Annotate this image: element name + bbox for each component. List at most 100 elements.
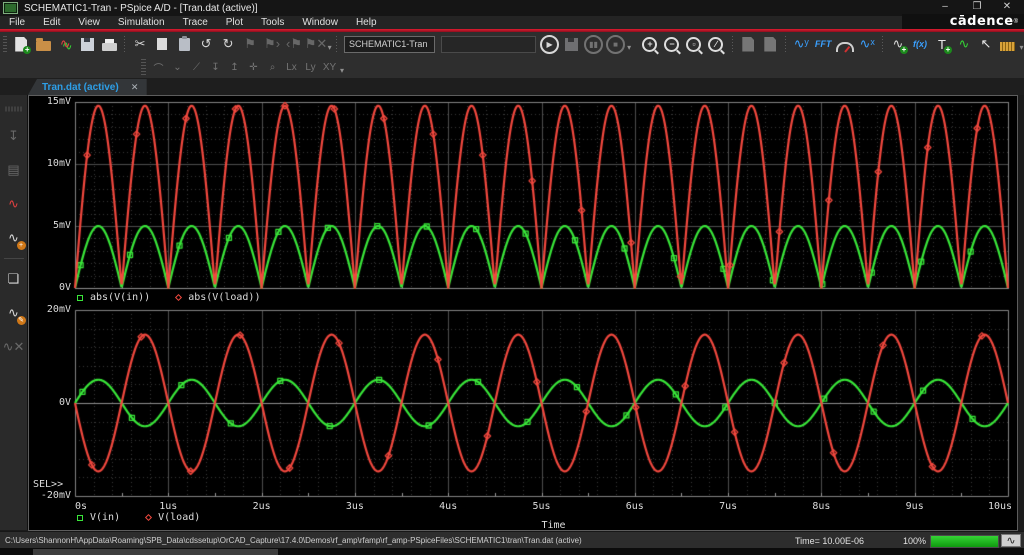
copy-icon[interactable] xyxy=(152,34,172,54)
punch-document-icon[interactable]: ▤ xyxy=(3,158,25,182)
selected-plot-indicator: SEL>> xyxy=(33,479,63,490)
zoom-out-icon[interactable]: − xyxy=(663,34,683,54)
save-simulation-icon[interactable] xyxy=(562,34,582,54)
menu-tools[interactable]: Tools xyxy=(252,16,293,29)
save-icon xyxy=(81,38,94,51)
redo-icon[interactable]: ↻ xyxy=(218,34,238,54)
taskbar-strip xyxy=(0,548,1024,555)
cut-icon: ✂ xyxy=(135,36,146,52)
evaluate-function-icon[interactable]: f(x) xyxy=(910,34,930,54)
menu-plot[interactable]: Plot xyxy=(217,16,252,29)
menu-trace[interactable]: Trace xyxy=(174,16,217,29)
x-axis-tick-label: 5us xyxy=(532,501,550,512)
minimize-button[interactable]: – xyxy=(930,0,960,15)
fft-icon[interactable]: FFT xyxy=(813,34,833,54)
legend-item-absvload[interactable]: abs(V(load)) xyxy=(176,292,260,303)
menu-simulation[interactable]: Simulation xyxy=(109,16,174,29)
new-simulation-icon[interactable]: + xyxy=(11,34,31,54)
zoom-area-icon[interactable]: ▫ xyxy=(685,34,705,54)
mark-data-points-icon: ∿ xyxy=(959,36,970,52)
cursor-slope-icon[interactable]: ⟋ xyxy=(188,58,205,76)
tab-tran-dat[interactable]: Tran.dat (active) ✕ xyxy=(28,79,147,95)
mark-data-points-icon[interactable]: ∿ xyxy=(954,34,974,54)
toolbar-overflow-icon[interactable]: ▾ xyxy=(627,36,632,52)
trace-expression-combo[interactable] xyxy=(441,36,535,53)
status-progress-percent: 100% xyxy=(903,536,926,546)
plus-badge-icon: + xyxy=(23,46,31,54)
legend-item-absvin[interactable]: abs(V(in)) xyxy=(77,292,150,303)
tab-label: Tran.dat (active) xyxy=(42,82,119,93)
add-text-label-icon[interactable]: T+ xyxy=(932,34,952,54)
cursor-point-icon: ✛ xyxy=(249,62,257,73)
open-file-icon[interactable] xyxy=(33,34,53,54)
cursor-search-icon[interactable]: ⌕ xyxy=(264,58,281,76)
menu-edit[interactable]: Edit xyxy=(34,16,69,29)
y-axis-settings-icon[interactable]: ∿ʸ xyxy=(791,34,811,54)
close-button[interactable]: ✕ xyxy=(992,0,1022,15)
orange-badge-icon: + xyxy=(17,241,26,250)
x-axis-tick-label: 0s xyxy=(75,501,87,512)
menu-view[interactable]: View xyxy=(69,16,109,29)
menu-help[interactable]: Help xyxy=(347,16,386,29)
cursor-point-icon[interactable]: ✛ xyxy=(245,58,262,76)
window-title: SCHEMATIC1-Tran - PSpice A/D - [Tran.dat… xyxy=(24,3,258,14)
add-trace-icon[interactable]: ∿+ xyxy=(888,34,908,54)
pin-toolbar-icon[interactable]: ↧ xyxy=(3,124,25,148)
x-axis-log-icon[interactable]: Lx xyxy=(283,58,300,76)
legend-item-vin[interactable]: V(in) xyxy=(77,512,120,523)
toolbar-overflow-icon[interactable]: ▾ xyxy=(1019,36,1024,52)
examine-waveform-icon[interactable]: ∿+ xyxy=(3,226,25,250)
y-axis-log-icon[interactable]: Ly xyxy=(302,58,319,76)
bookmark-icon[interactable]: ⚑ xyxy=(240,34,260,54)
cursor-max-icon[interactable]: ↥ xyxy=(226,58,243,76)
waveform-canvas[interactable] xyxy=(29,96,1017,530)
xy-plot-icon[interactable]: XY xyxy=(321,58,338,76)
toggle-cursor-icon[interactable]: ↖ xyxy=(976,34,996,54)
save-icon[interactable] xyxy=(77,34,97,54)
delete-waveform-icon[interactable]: ∿✕ xyxy=(3,335,25,359)
copy-to-clipboard-icon[interactable] xyxy=(738,34,758,54)
zoom-out-icon: − xyxy=(664,37,679,52)
bookmark-next-icon[interactable]: ⚑› xyxy=(262,34,282,54)
x-axis-settings-icon: ∿ˣ xyxy=(860,36,875,52)
open-simulation-results-icon[interactable]: ∿ xyxy=(55,34,75,54)
pause-simulation-button: ▮▮ xyxy=(584,35,603,54)
print-icon[interactable] xyxy=(99,34,119,54)
copy-window-icon[interactable] xyxy=(760,34,780,54)
cursor-slope-icon: ⟋ xyxy=(193,62,200,73)
edit-waveform-icon[interactable]: ∿✎ xyxy=(3,301,25,325)
paste-icon[interactable] xyxy=(174,34,194,54)
window-stack-icon[interactable]: ❏ xyxy=(3,267,25,291)
menu-window[interactable]: Window xyxy=(293,16,347,29)
open-simulation-results-icon: ∿ xyxy=(60,36,71,52)
cursor-trough-icon[interactable]: ⌄ xyxy=(169,58,186,76)
evaluate-measurement-icon[interactable] xyxy=(998,34,1018,54)
simulation-output-icon[interactable]: ∿ xyxy=(3,192,25,216)
menu-file[interactable]: File xyxy=(0,16,34,29)
stop-simulation-button[interactable]: ■ xyxy=(606,34,626,54)
pause-simulation-button[interactable]: ▮▮ xyxy=(584,34,604,54)
x-axis-settings-icon[interactable]: ∿ˣ xyxy=(857,34,877,54)
legend-item-vload[interactable]: V(load) xyxy=(146,512,200,523)
undo-icon[interactable]: ↺ xyxy=(196,34,216,54)
run-simulation-button[interactable]: ▶ xyxy=(540,34,560,54)
zoom-in-icon[interactable]: + xyxy=(641,34,661,54)
x-axis-tick-label: 6us xyxy=(626,501,644,512)
toggle-cursor-icon: ↖ xyxy=(981,36,992,52)
cut-icon[interactable]: ✂ xyxy=(130,34,150,54)
simulation-profile-combo[interactable]: SCHEMATIC1-Tran xyxy=(344,36,436,53)
cursor-max-icon: ↥ xyxy=(230,62,238,73)
bookmark-previous-icon[interactable]: ‹⚑ xyxy=(284,34,304,54)
cursor-min-icon[interactable]: ↧ xyxy=(207,58,224,76)
bookmark-clear-icon[interactable]: ⚑✕ xyxy=(306,34,326,54)
toolbar-overflow-icon[interactable]: ▾ xyxy=(327,36,332,52)
legend-label: V(load) xyxy=(158,512,200,523)
performance-analysis-icon[interactable] xyxy=(835,34,855,54)
cursor-peak-icon[interactable]: ⌒ xyxy=(150,58,167,76)
tab-close-icon[interactable]: ✕ xyxy=(129,82,141,93)
toolbar-separator xyxy=(732,36,733,52)
paste-icon xyxy=(179,38,190,51)
restore-button[interactable]: ❐ xyxy=(962,0,992,15)
x-axis-tick-label: 8us xyxy=(812,501,830,512)
zoom-fit-icon[interactable]: ∕ xyxy=(707,34,727,54)
